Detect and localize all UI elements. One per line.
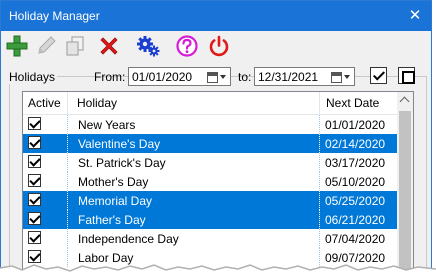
holiday-name: Independence Day [78,232,179,246]
delete-x-icon [100,37,118,55]
cell-divider [67,210,68,229]
from-calendar-dropdown-button[interactable] [206,71,228,84]
uncheck-all-button[interactable] [398,67,415,84]
cell-divider [67,153,68,172]
date-filter: Holidays From: 01/01/2020 to: 12/31/2021 [1,63,431,89]
holiday-list[interactable]: Active Holiday Next Date New Years 01/01/… [22,91,414,275]
column-header-holiday[interactable]: Holiday [68,92,320,115]
table-row[interactable]: Valentine's Day 02/14/2020 [23,134,398,153]
cell-divider [319,229,320,248]
holiday-name: Father's Day [78,213,146,227]
to-label: to: [238,70,252,84]
active-checkbox[interactable] [28,155,41,168]
calendar-icon [207,72,218,83]
cell-divider [67,134,68,153]
scroll-up-icon[interactable] [397,92,413,109]
from-date-value: 01/01/2020 [132,70,193,84]
column-header-next-date[interactable]: Next Date [320,92,398,115]
cell-divider [67,229,68,248]
cell-divider [67,191,68,210]
active-checkbox[interactable] [28,212,41,225]
column-header-active[interactable]: Active [23,92,68,115]
to-calendar-dropdown-button[interactable] [330,71,352,84]
active-checkbox[interactable] [28,174,41,187]
holiday-name: Memorial Day [78,194,153,208]
holiday-manager-window: Holiday Manager ✕ Holidays From: 01/01/2… [0,0,432,276]
table-row[interactable]: Memorial Day 05/25/2020 [23,191,398,210]
cell-divider [319,210,320,229]
gears-icon [137,36,160,57]
check-all-button[interactable] [370,67,387,84]
next-date: 01/01/2020 [325,118,386,132]
cell-divider [67,172,68,191]
settings-button[interactable] [136,34,160,58]
cell-divider [319,134,320,153]
holidays-group-label: Holidays [7,70,58,84]
table-row[interactable]: Mother's Day 05/10/2020 [23,172,398,191]
table-row[interactable]: St. Patrick's Day 03/17/2020 [23,153,398,172]
list-header: Active Holiday Next Date [23,92,398,115]
vertical-scrollbar[interactable] [397,92,413,275]
torn-edge [0,264,436,280]
plus-icon [6,35,28,57]
active-checkbox[interactable] [28,231,41,244]
to-date-picker[interactable]: 12/31/2021 [254,67,355,86]
holiday-name: Mother's Day [78,175,149,189]
help-button[interactable] [175,34,199,58]
copy-button[interactable] [63,34,87,58]
from-date-picker[interactable]: 01/01/2020 [128,67,231,86]
table-row[interactable]: Independence Day 07/04/2020 [23,229,398,248]
power-icon [209,35,229,57]
question-icon [176,35,198,57]
next-date: 05/10/2020 [325,175,386,189]
table-row[interactable]: Father's Day 06/21/2020 [23,210,398,229]
delete-button[interactable] [97,34,121,58]
next-date: 07/04/2020 [325,232,386,246]
scroll-thumb[interactable] [399,111,411,275]
active-checkbox[interactable] [28,136,41,149]
chevron-down-icon [344,75,350,79]
toolbar [1,31,431,63]
window-title: Holiday Manager [9,9,100,23]
active-checkbox[interactable] [28,117,41,130]
exit-button[interactable] [207,34,231,58]
holiday-name: New Years [78,118,136,132]
cell-divider [319,172,320,191]
cell-divider [67,115,68,134]
table-row[interactable]: New Years 01/01/2020 [23,115,398,134]
holiday-name: St. Patrick's Day [78,156,166,170]
cell-divider [319,191,320,210]
chevron-down-icon [220,75,226,79]
active-checkbox[interactable] [28,193,41,206]
next-date: 03/17/2020 [325,156,386,170]
holiday-name: Valentine's Day [78,137,161,151]
to-date-value: 12/31/2021 [258,70,319,84]
pencil-icon [38,36,56,54]
next-date: 06/21/2020 [325,213,386,227]
close-icon[interactable]: ✕ [405,6,425,26]
next-date: 05/25/2020 [325,194,386,208]
calendar-icon [331,72,342,83]
add-button[interactable] [5,34,29,58]
edit-button[interactable] [34,34,58,58]
title-bar[interactable]: Holiday Manager ✕ [1,1,431,31]
cell-divider [319,153,320,172]
from-label: From: [94,70,126,84]
next-date: 02/14/2020 [325,137,386,151]
copy-icon [66,36,84,56]
cell-divider [319,115,320,134]
